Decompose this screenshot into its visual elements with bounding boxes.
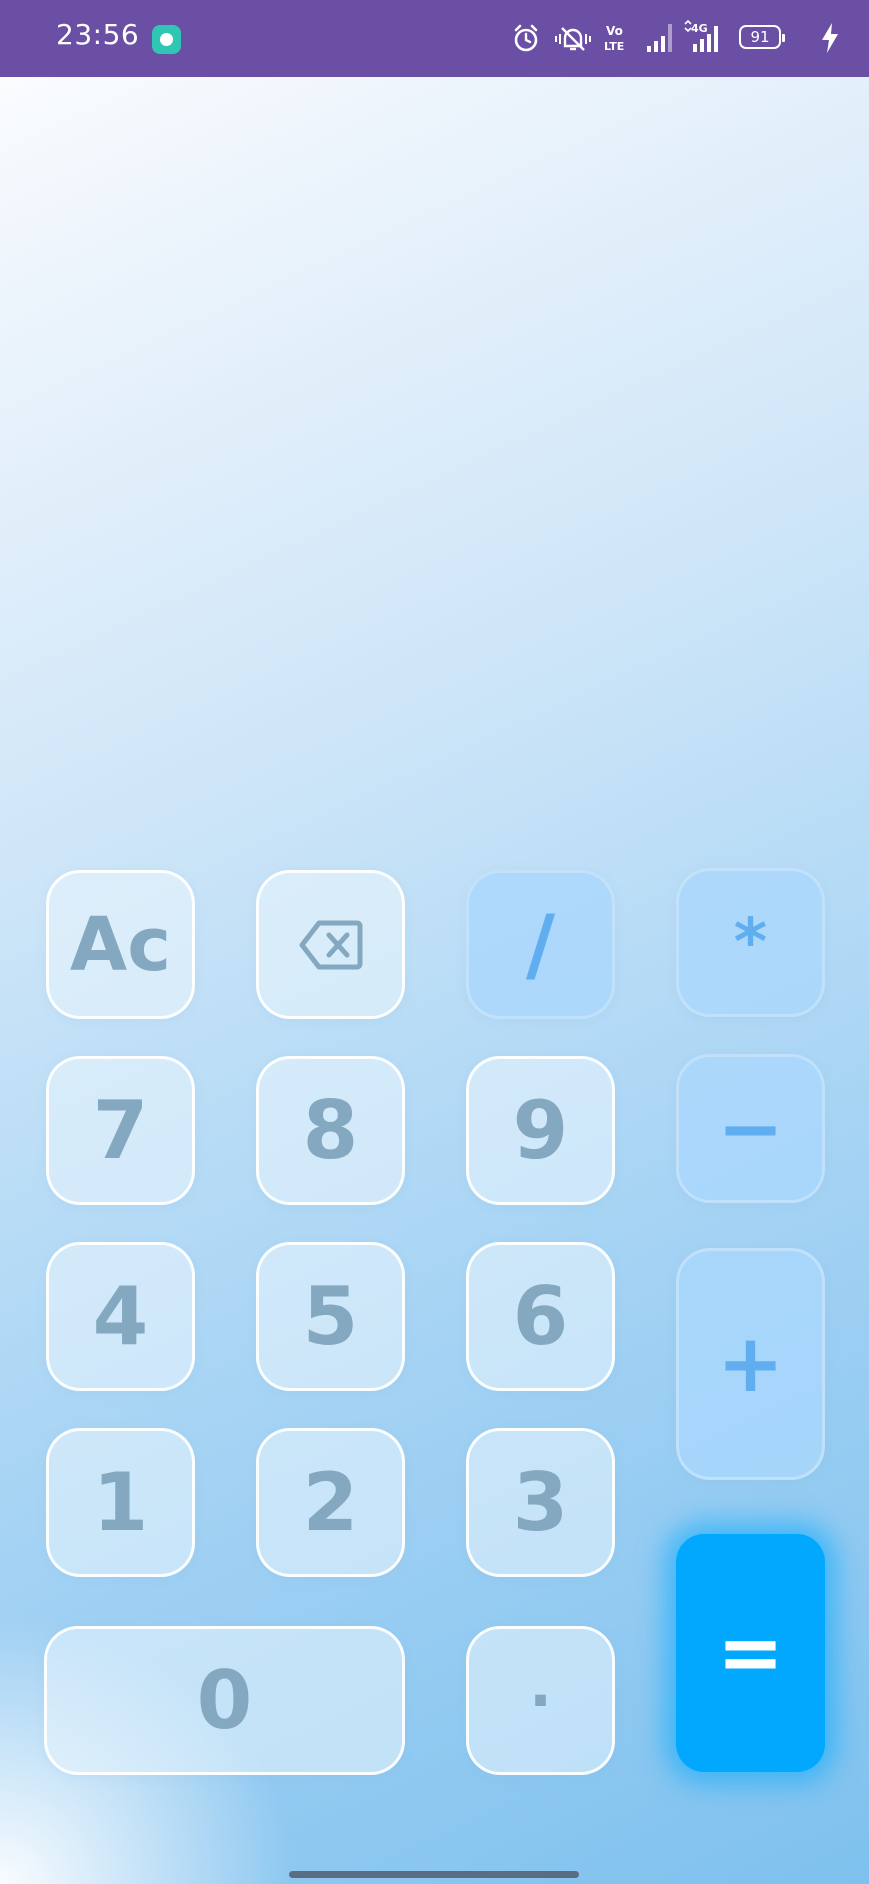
plus-button[interactable]: + [676,1248,825,1480]
backspace-icon [299,920,362,969]
digit-6-button[interactable]: 6 [466,1242,615,1391]
digit-2-button[interactable]: 2 [256,1428,405,1577]
digit-6-label: 6 [512,1269,569,1363]
digit-8-button[interactable]: 8 [256,1056,405,1205]
plus-label: + [716,1317,785,1410]
digit-4-label: 4 [92,1269,149,1363]
digit-9-label: 9 [512,1083,569,1177]
equals-label: = [716,1606,785,1699]
minus-label: − [716,1081,785,1175]
divide-label: / [525,897,556,991]
digit-0-button[interactable]: 0 [44,1626,405,1775]
digit-5-button[interactable]: 5 [256,1242,405,1391]
gesture-nav-handle[interactable] [289,1871,579,1878]
digit-0-label: 0 [196,1653,253,1747]
digit-8-label: 8 [302,1083,359,1177]
keypad: Ac / * 7 8 9 − 4 5 6 + 1 2 3 0 · = [0,0,869,1884]
divide-button[interactable]: / [466,870,615,1019]
clear-button[interactable]: Ac [46,870,195,1019]
multiply-button[interactable]: * [676,868,825,1017]
minus-button[interactable]: − [676,1054,825,1203]
digit-7-button[interactable]: 7 [46,1056,195,1205]
equals-button[interactable]: = [676,1534,825,1772]
digit-3-label: 3 [512,1455,569,1549]
digit-2-label: 2 [302,1455,359,1549]
digit-1-button[interactable]: 1 [46,1428,195,1577]
decimal-point-label: · [529,1665,552,1736]
digit-9-button[interactable]: 9 [466,1056,615,1205]
digit-1-label: 1 [92,1455,149,1549]
digit-7-label: 7 [92,1083,149,1177]
backspace-button[interactable] [256,870,405,1019]
decimal-point-button[interactable]: · [466,1626,615,1775]
digit-3-button[interactable]: 3 [466,1428,615,1577]
digit-4-button[interactable]: 4 [46,1242,195,1391]
digit-5-label: 5 [302,1269,359,1363]
multiply-label: * [733,905,768,980]
clear-label: Ac [69,901,172,988]
